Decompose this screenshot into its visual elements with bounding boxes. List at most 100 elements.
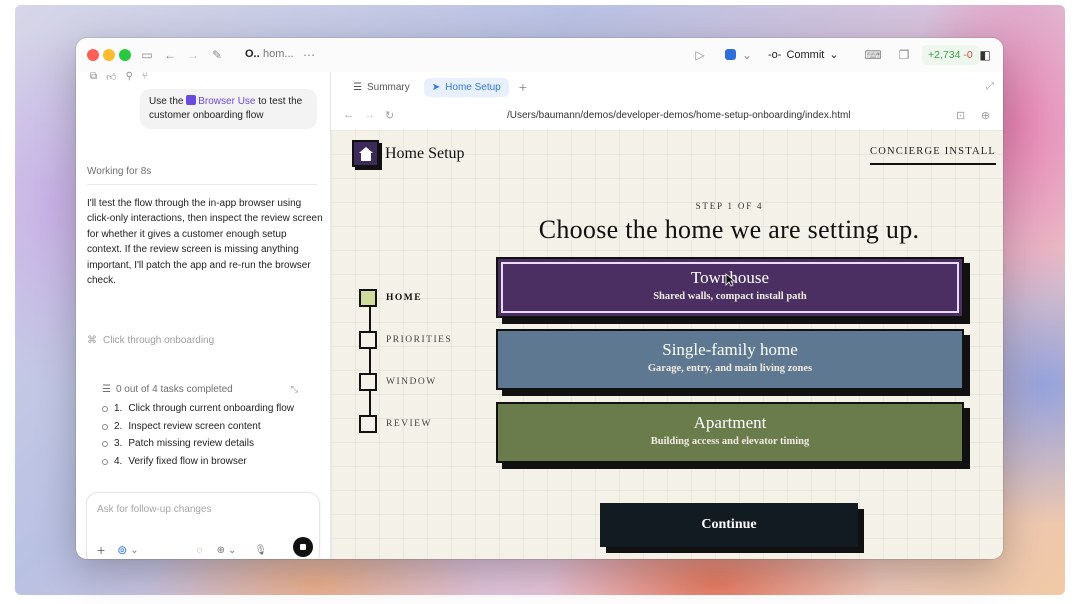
- option-title: Apartment: [693, 413, 767, 432]
- add-attachment-icon[interactable]: +: [97, 542, 105, 558]
- step-indicator: STEP 1 OF 4: [695, 201, 764, 211]
- expand-icon[interactable]: ⤢: [986, 81, 994, 92]
- option-townhouse[interactable]: Townhouse Shared walls, compact install …: [496, 257, 964, 318]
- task-number: 3.: [114, 438, 123, 449]
- web-page: Home Setup CONCIERGE INSTALL STEP 1 OF 4…: [331, 130, 1003, 559]
- pending-circle-icon: [102, 458, 108, 465]
- close-window-button[interactable]: [87, 49, 99, 61]
- commit-icon: -o-: [768, 49, 782, 61]
- window-copy-icon[interactable]: ❐: [895, 46, 913, 64]
- open-external-icon[interactable]: ⊕: [981, 109, 990, 122]
- browser-use-chip[interactable]: Browser Use: [186, 95, 256, 107]
- current-step-label: Click through onboarding: [103, 335, 215, 346]
- step-box-icon: [359, 415, 377, 433]
- task-list-header: ☰ 0 out of 4 tasks completed ⤡: [102, 384, 298, 395]
- run-play-icon[interactable]: ▷: [691, 46, 709, 64]
- step-nav-priorities[interactable]: PRIORITIES: [359, 331, 452, 349]
- option-apartment[interactable]: Apartment Building access and elevator t…: [496, 402, 964, 463]
- step-box-icon: [359, 331, 377, 349]
- task-label: Inspect review screen content: [128, 420, 261, 432]
- grid-icon: ⌘: [87, 335, 97, 346]
- branch-icon[interactable]: ⑂: [142, 71, 148, 83]
- task-number: 1.: [114, 403, 123, 414]
- tab-summary[interactable]: ☰ Summary: [345, 78, 418, 97]
- chevron-down-icon: ⌄: [829, 49, 839, 61]
- diff-stat-badge[interactable]: +2,734 -0: [922, 45, 979, 65]
- diff-added: +2,734: [928, 49, 961, 61]
- composer-input[interactable]: Ask for follow-up changes: [97, 504, 212, 515]
- continue-button[interactable]: Continue: [600, 503, 858, 547]
- zoom-window-button[interactable]: [119, 49, 131, 61]
- current-step: ⌘ Click through onboarding: [87, 335, 214, 346]
- thumbs-up-icon[interactable]: 👍︎: [106, 71, 116, 83]
- house-logo-icon: [352, 140, 379, 167]
- browser-use-icon: [186, 95, 197, 105]
- forward-arrow-icon[interactable]: →: [184, 46, 202, 64]
- app-window: ▭ ← → ✎ O.. hom... ⋯ ▷ ⌄ -o- Commit ⌄ ⌨ …: [76, 38, 1003, 559]
- sidebar-toggle-icon[interactable]: ▭: [138, 46, 156, 64]
- editor-app-icon[interactable]: [721, 46, 739, 64]
- task-item: 3. Patch missing review details: [102, 438, 298, 450]
- step-label: PRIORITIES: [386, 335, 453, 345]
- pending-circle-icon: [102, 423, 108, 430]
- copy-icon[interactable]: ⧉: [90, 71, 97, 83]
- option-subtitle: Garage, entry, and main living zones: [647, 363, 813, 374]
- back-arrow-icon[interactable]: ←: [343, 109, 354, 121]
- terminal-icon[interactable]: ⌨: [864, 46, 882, 64]
- chevron-down-icon[interactable]: ⌄: [738, 46, 756, 64]
- option-single-family-home[interactable]: Single-family home Garage, entry, and ma…: [496, 329, 964, 390]
- task-item: 2. Inspect review screen content: [102, 421, 298, 433]
- assistant-message: I'll test the flow through the in-app br…: [87, 198, 323, 287]
- option-title: Single-family home: [662, 340, 798, 359]
- model-picker-icon[interactable]: ⊚: [117, 543, 127, 557]
- browser-panel: ☰ Summary ➤ Home Setup + ⤢ ← → ↻ /Users/…: [330, 72, 1003, 559]
- step-label: WINDOW: [386, 377, 437, 387]
- chat-panel: ⧉ 👍︎ ⚲ ⑂ Use the Browser Use to test the…: [76, 71, 330, 559]
- step-nav-window[interactable]: WINDOW: [359, 373, 437, 391]
- more-options-icon[interactable]: ⋯: [300, 46, 318, 64]
- new-tab-icon[interactable]: +: [519, 79, 527, 95]
- url-field[interactable]: /Users/baumann/demos/developer-demos/hom…: [507, 110, 851, 121]
- page-title: Choose the home we are setting up.: [538, 215, 920, 244]
- minimize-window-button[interactable]: [103, 49, 115, 61]
- chevron-down-icon[interactable]: ⌄: [130, 545, 138, 556]
- divider: [87, 184, 317, 185]
- checklist-icon: ☰: [102, 384, 111, 395]
- list-icon: ☰: [353, 81, 362, 93]
- step-nav-home[interactable]: HOME: [359, 289, 422, 307]
- thread-title-path[interactable]: hom...: [263, 48, 294, 60]
- chevron-down-icon[interactable]: ⌄: [228, 545, 236, 556]
- concierge-install-link[interactable]: CONCIERGE INSTALL: [870, 146, 997, 165]
- back-arrow-icon[interactable]: ←: [161, 46, 179, 64]
- thumbs-down-icon[interactable]: ⚲: [126, 71, 133, 83]
- task-label: Verify fixed flow in browser: [128, 455, 247, 467]
- screenshot-icon[interactable]: ⊡: [956, 109, 965, 122]
- step-nav-review[interactable]: REVIEW: [359, 415, 432, 433]
- brand[interactable]: Home Setup: [352, 140, 465, 167]
- selected-outline: [501, 262, 959, 313]
- title-bar: ▭ ← → ✎ O.. hom... ⋯ ▷ ⌄ -o- Commit ⌄ ⌨ …: [76, 38, 1003, 72]
- settings-icon[interactable]: ⊕: [217, 545, 225, 556]
- task-number: 4.: [114, 455, 123, 467]
- option-subtitle: Building access and elevator timing: [650, 436, 810, 447]
- reload-icon[interactable]: ↻: [385, 109, 394, 122]
- step-label: REVIEW: [386, 419, 432, 429]
- thread-title-short[interactable]: O..: [245, 48, 260, 60]
- commit-button[interactable]: -o- Commit ⌄: [760, 45, 847, 65]
- browser-use-chip-label: Browser Use: [198, 96, 256, 107]
- stop-button[interactable]: [293, 537, 313, 557]
- composer[interactable]: Ask for follow-up changes + ⊚ ⌄ ◌ ⊕ ⌄ 🎙︎: [86, 492, 320, 559]
- collapse-icon[interactable]: ⤡: [291, 384, 298, 395]
- new-chat-icon[interactable]: ✎: [208, 46, 226, 64]
- forward-arrow-icon[interactable]: →: [364, 109, 375, 121]
- task-item: 1. Click through current onboarding flow: [102, 403, 298, 415]
- tab-home-setup[interactable]: ➤ Home Setup: [423, 77, 509, 97]
- task-label: Click through current onboarding flow: [128, 403, 294, 414]
- panel-toggle-icon[interactable]: ◧: [976, 46, 994, 64]
- step-label: HOME: [386, 293, 423, 303]
- working-status[interactable]: Working for 8s: [87, 166, 151, 177]
- tab-label: Summary: [366, 81, 410, 93]
- loading-spinner-icon: ◌: [196, 544, 203, 556]
- microphone-icon[interactable]: 🎙︎: [254, 545, 267, 556]
- task-number: 2.: [114, 420, 123, 432]
